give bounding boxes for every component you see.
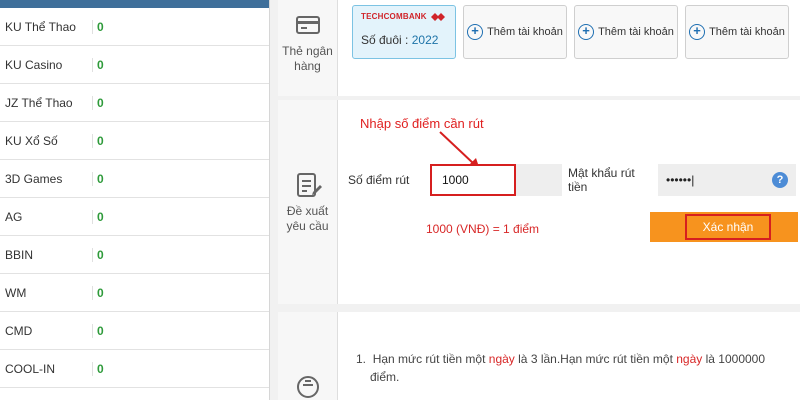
wallet-name: COOL-IN — [5, 361, 56, 376]
account-suffix-value: 2022 — [411, 33, 439, 47]
add-account-label: Thêm tài khoản — [709, 26, 785, 38]
wallet-row-wm: WM 0 — [0, 274, 269, 312]
bank-section-label: Thẻ ngân hàng — [278, 0, 338, 96]
wallet-amount: 0 — [97, 323, 104, 338]
help-icon[interactable]: ? — [772, 172, 788, 188]
points-label: Số điểm rút — [348, 173, 410, 187]
withdraw-request-section: Đề xuất yêu cầu Nhập số điểm cần rút Số … — [278, 100, 800, 304]
wallet-amount: 0 — [97, 19, 104, 34]
wallet-name: BBIN — [5, 247, 34, 262]
password-label: Mật khẩu rút tiền — [568, 166, 635, 194]
withdraw-limit-note: 1. Hạn mức rút tiền một ngày là 3 lần.Hạ… — [356, 352, 766, 384]
notes-section: 1. Hạn mức rút tiền một ngày là 3 lần.Hạ… — [278, 312, 800, 400]
add-account-label: Thêm tài khoản — [487, 26, 563, 38]
wallet-amount: 0 — [97, 361, 104, 376]
confirm-label: Xác nhận — [685, 214, 771, 240]
wallet-row-3d-games: 3D Games 0 — [0, 160, 269, 198]
wallet-name: AG — [5, 209, 23, 224]
wallet-amount: 0 — [97, 247, 104, 262]
bank-name: TECHCOMBANK — [361, 12, 427, 21]
wallet-row-ag: AG 0 — [0, 198, 269, 236]
request-section-title: Đề xuất yêu cầu — [286, 204, 329, 233]
plus-icon: + — [467, 24, 484, 40]
password-value: ••••••| — [666, 173, 695, 187]
wallet-row-bbin: BBIN 0 — [0, 236, 269, 274]
wallet-amount: 0 — [97, 209, 104, 224]
wallet-name: WM — [5, 285, 27, 300]
wallet-name: 3D Games — [5, 171, 63, 186]
wallet-name: JZ Thể Thao — [5, 95, 73, 110]
techcombank-mark-icon — [430, 12, 445, 21]
add-account-button[interactable]: + Thêm tài khoản — [463, 5, 567, 59]
plus-icon: + — [578, 24, 595, 40]
wallet-name: KU Thể Thao — [5, 19, 76, 34]
withdraw-page: KU Thể Thao 0 KU Casino 0 JZ Thể Thao 0 … — [0, 0, 800, 400]
bank-card-icon — [295, 16, 320, 34]
add-account-button[interactable]: + Thêm tài khoản — [574, 5, 678, 59]
wallet-row-jz-the-thao: JZ Thể Thao 0 — [0, 84, 269, 122]
bank-section-title: Thẻ ngân hàng — [282, 44, 333, 73]
wallet-row-cmd: CMD 0 — [0, 312, 269, 350]
wallet-amount: 0 — [97, 133, 104, 148]
withdraw-password-input[interactable]: ••••••| ? — [658, 164, 796, 196]
wallet-row-cool-in: COOL-IN 0 — [0, 350, 269, 388]
wallet-amount: 0 — [97, 95, 104, 110]
add-account-label: Thêm tài khoản — [598, 26, 674, 38]
account-suffix-label: Số đuôi : — [361, 33, 409, 47]
confirm-button[interactable]: Xác nhận — [650, 212, 798, 242]
wallet-name: CMD — [5, 323, 33, 338]
withdraw-content: Thẻ ngân hàng TECHCOMBANK Số đuôi : 2022… — [270, 0, 800, 400]
wallet-amount: 0 — [97, 57, 104, 72]
wallet-row-ku-the-thao: KU Thể Thao 0 — [0, 8, 269, 46]
notes-section-label — [278, 312, 338, 400]
wallet-balance-list: KU Thể Thao 0 KU Casino 0 JZ Thể Thao 0 … — [0, 0, 270, 400]
notice-icon — [296, 376, 319, 398]
wallet-amount: 0 — [97, 171, 104, 186]
account-suffix: Số đuôi : 2022 — [361, 33, 438, 47]
sidebar-header-bar — [0, 0, 269, 8]
wallet-amount: 0 — [97, 285, 104, 300]
add-account-button[interactable]: + Thêm tài khoản — [685, 5, 789, 59]
wallet-name: KU Xổ Số — [5, 133, 58, 148]
plus-icon: + — [689, 24, 706, 40]
wallet-row-ku-casino: KU Casino 0 — [0, 46, 269, 84]
request-form-icon — [296, 173, 322, 197]
exchange-rate-text: 1000 (VNĐ) = 1 điểm — [426, 222, 540, 236]
techcombank-logo: TECHCOMBANK — [361, 12, 445, 21]
request-section-label: Đề xuất yêu cầu — [278, 100, 338, 304]
wallet-name: KU Casino — [5, 57, 63, 72]
bank-card-techcombank[interactable]: TECHCOMBANK Số đuôi : 2022 — [352, 5, 456, 59]
annotation-text: Nhập số điểm cần rút — [360, 116, 484, 131]
points-input[interactable]: 1000 — [430, 164, 516, 196]
bank-card-section: Thẻ ngân hàng TECHCOMBANK Số đuôi : 2022… — [278, 0, 800, 96]
wallet-row-ku-xo-so: KU Xổ Số 0 — [0, 122, 269, 160]
